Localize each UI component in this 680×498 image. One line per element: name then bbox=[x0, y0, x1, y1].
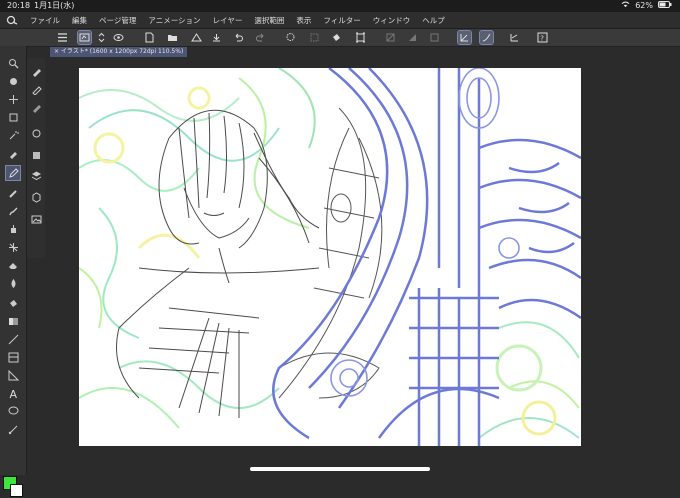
clip-studio-logo-icon[interactable] bbox=[6, 15, 18, 25]
sub-tool-image-icon[interactable] bbox=[29, 212, 43, 226]
text-icon[interactable]: A bbox=[6, 386, 20, 400]
sub-tool-square-icon[interactable] bbox=[29, 148, 43, 162]
sub-tool-palette bbox=[27, 58, 45, 258]
move-icon[interactable] bbox=[6, 92, 20, 106]
canvas-view-icon[interactable] bbox=[77, 30, 92, 45]
battery-icon bbox=[658, 0, 672, 12]
fill-icon[interactable] bbox=[6, 296, 20, 310]
sub-color-swatch[interactable] bbox=[10, 484, 23, 497]
eraser-icon[interactable] bbox=[6, 258, 20, 272]
gradient-box-icon[interactable] bbox=[406, 31, 419, 44]
redo-icon[interactable] bbox=[254, 31, 267, 44]
export-icon[interactable] bbox=[210, 31, 223, 44]
hand-icon[interactable] bbox=[6, 74, 20, 88]
sub-tool-marker-icon[interactable] bbox=[29, 82, 43, 96]
home-indicator[interactable] bbox=[250, 467, 430, 471]
menu-animation[interactable]: アニメーション bbox=[142, 15, 206, 26]
pencil-icon[interactable] bbox=[6, 186, 20, 200]
save-icon[interactable] bbox=[190, 31, 203, 44]
menu-selection[interactable]: 選択範囲 bbox=[248, 15, 290, 26]
color-swatches[interactable] bbox=[3, 476, 23, 498]
menu-bar: ファイル 編集 ページ管理 アニメーション レイヤー 選択範囲 表示 フィルター… bbox=[0, 12, 680, 29]
sub-tool-round-icon[interactable] bbox=[29, 126, 43, 140]
menu-window[interactable]: ウィンドウ bbox=[367, 15, 417, 26]
brush-icon[interactable] bbox=[6, 204, 20, 218]
zoom-icon[interactable] bbox=[6, 56, 20, 70]
open-file-icon[interactable] bbox=[166, 31, 179, 44]
ruler-icon[interactable] bbox=[6, 368, 20, 382]
drawing-canvas[interactable] bbox=[79, 68, 581, 446]
magic-wand-icon[interactable] bbox=[6, 128, 20, 142]
menu-icon[interactable] bbox=[56, 31, 69, 44]
menu-view[interactable]: 表示 bbox=[290, 15, 317, 26]
gradient-icon[interactable] bbox=[6, 314, 20, 328]
menu-file[interactable]: ファイル bbox=[24, 15, 66, 26]
chevron-updown-icon[interactable] bbox=[95, 31, 108, 44]
menu-help[interactable]: ヘルプ bbox=[416, 15, 451, 26]
wifi-icon bbox=[621, 0, 630, 12]
status-time: 20:18 bbox=[7, 1, 31, 10]
artwork-illustration bbox=[79, 68, 581, 446]
menu-edit[interactable]: 編集 bbox=[66, 15, 93, 26]
document-tab[interactable]: × イラスト* (1600 x 1200px 72dpi 110.5%) bbox=[50, 47, 188, 57]
decoration-icon[interactable] bbox=[6, 240, 20, 254]
menu-layer[interactable]: レイヤー bbox=[207, 15, 249, 26]
command-bar: ? bbox=[0, 29, 680, 47]
help-icon[interactable]: ? bbox=[536, 31, 549, 44]
crop-icon[interactable] bbox=[384, 31, 397, 44]
vector-icon[interactable] bbox=[508, 31, 521, 44]
select-clear-icon[interactable] bbox=[308, 31, 321, 44]
battery-percent: 62% bbox=[635, 1, 653, 10]
sub-tool-layers-icon[interactable] bbox=[29, 168, 43, 182]
eyedropper-icon[interactable] bbox=[6, 146, 20, 160]
ios-status-bar: 20:18 1月1日(水) 62% bbox=[0, 0, 680, 12]
pen-icon[interactable] bbox=[5, 165, 21, 181]
balloon-icon[interactable] bbox=[6, 404, 20, 418]
pressure-icon[interactable] bbox=[479, 30, 494, 45]
transform-icon[interactable] bbox=[354, 31, 367, 44]
airbrush-icon[interactable] bbox=[6, 222, 20, 236]
undo-icon[interactable] bbox=[232, 31, 245, 44]
sub-tool-ink-icon[interactable] bbox=[29, 100, 43, 114]
menu-page[interactable]: ページ管理 bbox=[93, 15, 142, 26]
sub-tool-material-icon[interactable] bbox=[29, 190, 43, 204]
new-file-icon[interactable] bbox=[143, 31, 156, 44]
line-icon[interactable] bbox=[6, 332, 20, 346]
document-tab-bar: × イラスト* (1600 x 1200px 72dpi 110.5%) bbox=[46, 47, 680, 57]
tool-palette: A bbox=[0, 46, 27, 497]
correct-line-icon[interactable] bbox=[6, 422, 20, 436]
svg-text:?: ? bbox=[540, 35, 544, 43]
frame-icon[interactable] bbox=[6, 350, 20, 364]
stabilizer-icon[interactable] bbox=[457, 30, 472, 45]
svg-text:A: A bbox=[9, 388, 17, 399]
fill-icon[interactable] bbox=[330, 31, 343, 44]
clear-icon[interactable] bbox=[428, 31, 441, 44]
blend-icon[interactable] bbox=[6, 276, 20, 290]
menu-filter[interactable]: フィルター bbox=[317, 15, 366, 26]
eye-icon[interactable] bbox=[112, 31, 125, 44]
select-icon[interactable] bbox=[6, 110, 20, 124]
sub-tool-pen-icon[interactable] bbox=[29, 64, 43, 78]
status-date: 1月1日(水) bbox=[34, 1, 75, 10]
lasso-icon[interactable] bbox=[284, 31, 297, 44]
